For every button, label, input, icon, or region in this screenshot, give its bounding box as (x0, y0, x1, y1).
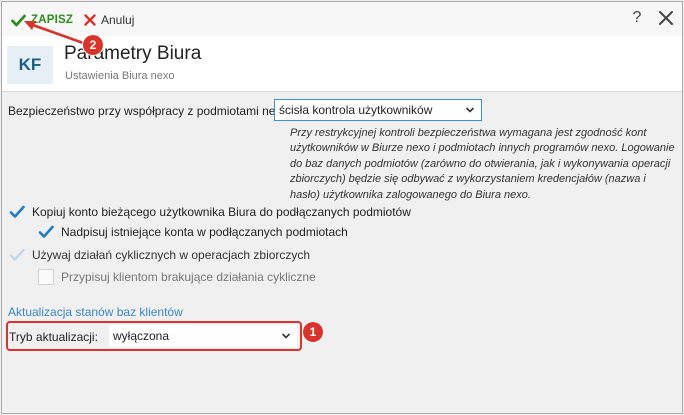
close-x-icon (84, 14, 96, 26)
security-description: Przy restrykcyjnej kontroli bezpieczeńst… (290, 127, 675, 201)
toolbar: ZAPISZ Anuluj ? (2, 2, 682, 36)
update-section-title: Aktualizacja stanów baz klientów (8, 305, 183, 319)
help-icon[interactable]: ? (630, 9, 644, 27)
cancel-button[interactable]: Anuluj (84, 11, 134, 29)
security-select-value: ścisła kontrola użytkowników (279, 103, 433, 117)
copy-account-label: Kopiuj konto bieżącego użytkownika Biura… (32, 205, 411, 219)
copy-account-checkbox[interactable]: Kopiuj konto bieżącego użytkownika Biura… (9, 204, 411, 220)
security-select[interactable]: ścisła kontrola użytkowników (274, 99, 482, 121)
security-label: Bezpieczeństwo przy współpracy z podmiot… (8, 104, 292, 118)
save-button-label: ZAPISZ (31, 14, 74, 26)
update-mode-label: Tryb aktualizacji: (9, 330, 98, 344)
assign-missing-checkbox[interactable]: Przypisuj klientom brakujące działania c… (38, 269, 316, 285)
chevron-down-icon (465, 107, 475, 113)
checkmark-icon (38, 225, 54, 238)
parameters-window: ZAPISZ Anuluj ? KF Parametry Biura Ustaw… (1, 1, 683, 414)
update-mode-value: wyłączona (113, 329, 170, 343)
checkmark-icon (11, 14, 26, 26)
checkmark-icon (9, 248, 25, 261)
annotation-badge-2: 2 (83, 35, 103, 55)
header: KF Parametry Biura Ustawienia Biura nexo (2, 36, 682, 92)
checkmark-icon (9, 205, 25, 218)
use-cyclic-checkbox[interactable]: Używaj działań cyklicznych w operacjach … (9, 247, 310, 263)
cancel-button-label: Anuluj (101, 13, 135, 27)
overwrite-accounts-label: Nadpisuj istniejące konta w podłączanych… (61, 225, 348, 239)
checkbox-box (38, 269, 54, 285)
annotation-badge-1: 1 (303, 322, 323, 342)
assign-missing-label: Przypisuj klientom brakujące działania c… (61, 270, 316, 284)
overwrite-accounts-checkbox[interactable]: Nadpisuj istniejące konta w podłączanych… (38, 224, 348, 240)
use-cyclic-label: Używaj działań cyklicznych w operacjach … (32, 248, 311, 262)
save-button[interactable]: ZAPISZ (11, 11, 73, 29)
chevron-down-icon (281, 333, 291, 339)
update-mode-select[interactable]: wyłączona (109, 325, 297, 347)
page-subtitle: Ustawienia Biura nexo (65, 70, 175, 82)
close-icon[interactable] (658, 8, 674, 28)
app-logo: KF (7, 46, 53, 84)
